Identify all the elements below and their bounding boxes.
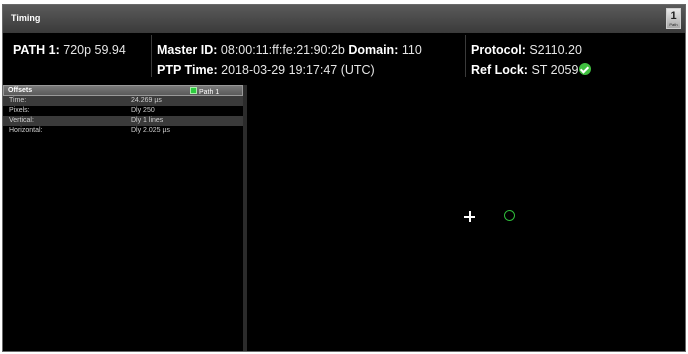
offset-row: Horizontal: Dly 2.025 µs [3,126,243,136]
reflock-value: ST 2059 [531,63,579,77]
offset-value: Dly 1 lines [131,117,164,124]
ptp-info: PTP Time: 2018-03-29 19:17:47 (UTC) [157,63,375,77]
protocol-info: Protocol: S2110.20 [471,43,582,57]
info-divider [465,35,466,77]
reflock-info: Ref Lock: ST 2059 [471,63,592,77]
path-value: 720p 59.94 [63,43,126,57]
path-caption: Path [669,22,678,27]
offset-value: Dly 250 [131,107,155,114]
info-divider [151,35,152,77]
path-select-button[interactable]: 1 Path [666,8,681,29]
offset-row: Vertical: Dly 1 lines [3,116,243,126]
protocol-label: Protocol: [471,43,526,57]
protocol-value: S2110.20 [529,43,582,57]
offset-key: Vertical: [9,117,34,124]
offsets-panel: Offsets Path 1 Time: 24.269 µs Pixels: D… [3,85,247,351]
offset-key: Horizontal: [9,127,43,134]
path-badge: Path 1 [190,87,219,96]
master-value: 08:00:11:ff:fe:21:90:2b [220,43,345,57]
offsets-title: Offsets [8,87,33,94]
title-bar: Timing 1 Path [3,5,685,34]
offset-row: Pixels: Dly 250 [3,106,243,116]
timing-marker-circle-icon [504,210,515,221]
offset-key: Time: [9,97,27,104]
offset-key: Pixels: [9,107,30,114]
offsets-header: Offsets Path 1 [3,85,243,96]
offset-row: Time: 24.269 µs [3,96,243,106]
info-bar: PATH 1: 720p 59.94 Master ID: 08:00:11:f… [3,33,685,79]
offset-value: Dly 2.025 µs [131,127,171,134]
path-badge-label: Path 1 [199,89,220,96]
reference-crosshair-icon [464,211,475,222]
timing-display [248,85,685,351]
timing-window: Timing 1 Path PATH 1: 720p 59.94 Master … [2,4,686,352]
domain-label: Domain: [348,43,399,57]
reflock-label: Ref Lock: [471,63,528,77]
ptp-label: PTP Time: [157,63,218,77]
check-circle-icon [579,63,592,75]
offset-value: 24.269 µs [131,97,162,104]
ptp-value: 2018-03-29 19:17:47 (UTC) [221,63,375,77]
window-title: Timing [11,13,41,23]
master-info: Master ID: 08:00:11:ff:fe:21:90:2b Domai… [157,43,422,57]
path-info: PATH 1: 720p 59.94 [13,43,126,57]
domain-value: 110 [401,43,422,57]
green-square-icon [190,87,197,94]
master-label: Master ID: [157,43,218,57]
path-label: PATH 1: [13,43,60,57]
path-number: 1 [670,10,677,22]
